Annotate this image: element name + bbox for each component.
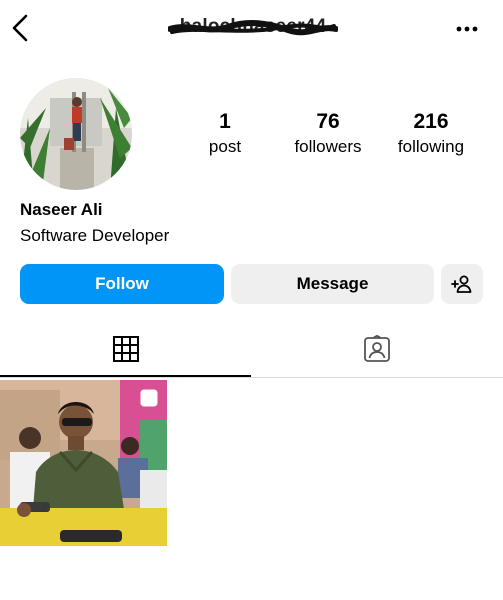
suggest-users-button[interactable] — [441, 264, 483, 304]
more-horizontal-icon — [456, 26, 478, 32]
add-user-icon — [451, 275, 472, 293]
followers-label: followers — [294, 137, 362, 156]
tagged-icon — [364, 335, 390, 362]
avatar-photo — [20, 78, 132, 190]
stat-posts[interactable]: 1 post — [190, 110, 260, 159]
more-options-button[interactable] — [452, 18, 482, 40]
posts-label: post — [208, 137, 242, 156]
following-count: 216 — [413, 110, 449, 133]
chevron-left-icon — [12, 14, 28, 42]
redaction-scribble — [168, 20, 338, 36]
following-label: following — [397, 137, 465, 156]
profile-tabs — [0, 322, 503, 378]
profile-display-name: Naseer Ali — [20, 200, 103, 219]
tab-posts-grid[interactable] — [0, 322, 251, 377]
stat-followers[interactable]: 76 followers — [284, 110, 372, 159]
grid-icon — [113, 336, 139, 362]
tab-tagged[interactable] — [252, 322, 503, 377]
message-button[interactable]: Message — [231, 264, 434, 304]
post-thumbnail[interactable] — [0, 380, 167, 546]
top-bar: balochnaseer44 — [0, 0, 503, 60]
followers-count: 76 — [316, 110, 340, 133]
profile-avatar[interactable] — [20, 78, 132, 190]
back-button[interactable] — [8, 12, 34, 44]
profile-bio: Software Developer — [20, 226, 170, 245]
multiple-photos-icon — [140, 389, 158, 407]
follow-button[interactable]: Follow — [20, 264, 224, 304]
stat-following[interactable]: 216 following — [388, 110, 474, 159]
profile-username: balochnaseer44 — [168, 16, 338, 42]
posts-count: 1 — [219, 110, 231, 133]
